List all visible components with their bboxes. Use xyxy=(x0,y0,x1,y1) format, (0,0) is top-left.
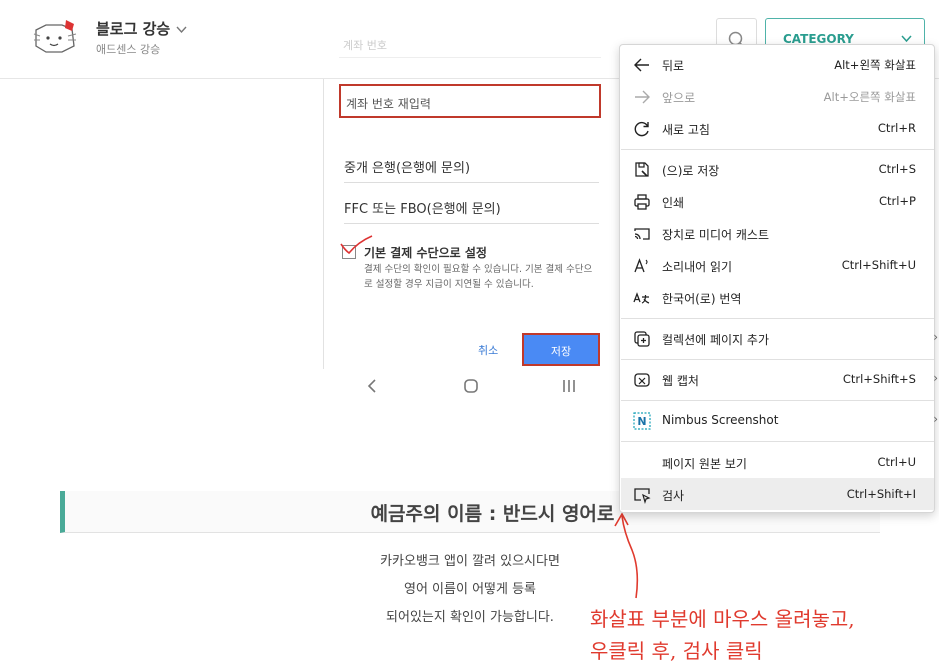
chevron-down-icon xyxy=(176,20,187,38)
read-aloud-icon xyxy=(633,257,651,275)
paragraph-line: 카카오뱅크 앱이 깔려 있으시다면 xyxy=(380,554,560,569)
cast-icon xyxy=(633,225,651,243)
menu-item-nimbus-screenshot[interactable]: N Nimbus Screenshot › xyxy=(621,404,938,436)
menu-item-shortcut: Ctrl+S xyxy=(878,162,916,176)
menu-item-back[interactable]: 뒤로 Alt+왼쪽 화살표 xyxy=(621,48,934,80)
menu-item-refresh[interactable]: 새로 고침 Ctrl+R xyxy=(621,112,934,144)
account-number-reenter-field[interactable]: 계좌 번호 재입력 xyxy=(339,84,601,118)
menu-item-label: 앞으로 xyxy=(662,91,696,105)
submenu-arrow-icon: › xyxy=(933,412,938,426)
menu-item-add-to-collections[interactable]: 컬렉션에 페이지 추가 › xyxy=(621,322,938,354)
menu-item-read-aloud[interactable]: 소리내어 읽기 Ctrl+Shift+U xyxy=(621,249,934,281)
save-button[interactable]: 저장 xyxy=(522,333,600,366)
default-payment-label: 기본 결제 수단으로 설정 xyxy=(364,246,487,260)
annotation-line-2: 우클릭 후, 검사 클릭 xyxy=(590,639,763,663)
blog-title-text: 블로그 강승 xyxy=(96,20,171,38)
menu-item-shortcut: Ctrl+U xyxy=(877,455,916,469)
menu-item-print[interactable]: 인쇄 Ctrl+P xyxy=(621,185,934,217)
web-capture-icon xyxy=(633,371,651,389)
menu-separator xyxy=(621,359,934,360)
menu-item-label: 인쇄 xyxy=(662,196,685,210)
menu-separator xyxy=(621,149,934,150)
inspect-icon xyxy=(633,486,651,504)
menu-item-label: 페이지 원본 보기 xyxy=(662,457,747,471)
menu-item-label: (으)로 저장 xyxy=(662,164,720,178)
menu-item-cast[interactable]: 장치로 미디어 캐스트 xyxy=(621,217,934,249)
menu-item-shortcut: Ctrl+Shift+U xyxy=(841,258,916,272)
phone-form-frame xyxy=(323,79,613,369)
collections-icon xyxy=(633,330,651,348)
account-number-field[interactable]: 계좌 번호 xyxy=(339,25,601,58)
menu-item-label: 컬렉션에 페이지 추가 xyxy=(662,333,769,347)
nav-home-icon[interactable] xyxy=(463,378,479,398)
menu-item-shortcut: Ctrl+Shift+S xyxy=(842,372,916,386)
menu-item-label: 한국어(로) 번역 xyxy=(662,292,742,306)
nav-back-icon[interactable] xyxy=(366,378,378,398)
cancel-button[interactable]: 취소 xyxy=(478,342,498,358)
menu-item-web-capture[interactable]: 웹 캡처 Ctrl+Shift+S › xyxy=(621,363,938,395)
menu-item-label: 소리내어 읽기 xyxy=(662,260,733,274)
annotation-arrow-icon xyxy=(614,512,639,599)
annotation-line-1: 화살표 부분에 마우스 올려놓고, xyxy=(590,607,855,631)
blog-subtitle: 애드센스 강승 xyxy=(96,43,161,56)
back-arrow-icon xyxy=(633,56,651,74)
section-heading-text: 예금주의 이름 : 반드시 영어로 xyxy=(370,503,615,525)
menu-item-forward[interactable]: 앞으로 Alt+오른쪽 화살표 xyxy=(621,80,934,112)
menu-separator xyxy=(621,400,934,401)
menu-separator xyxy=(621,318,934,319)
menu-item-label: 새로 고침 xyxy=(662,123,710,137)
menu-item-shortcut: Ctrl+R xyxy=(877,121,916,135)
menu-item-shortcut: Ctrl+Shift+I xyxy=(846,487,916,501)
context-menu: 뒤로 Alt+왼쪽 화살표 앞으로 Alt+오른쪽 화살표 새로 고침 Ctrl… xyxy=(619,44,938,513)
ffc-fbo-field[interactable]: FFC 또는 FBO(은행에 문의) xyxy=(344,198,599,224)
print-icon xyxy=(633,193,651,211)
blog-title[interactable]: 블로그 강승 xyxy=(96,18,187,39)
menu-item-save-as[interactable]: (으)로 저장 Ctrl+S xyxy=(621,153,934,185)
menu-item-label: 웹 캡처 xyxy=(662,374,699,388)
intermediary-bank-field[interactable]: 중개 은행(은행에 문의) xyxy=(344,157,599,183)
nav-recents-icon[interactable] xyxy=(562,378,576,398)
svg-text:N: N xyxy=(637,415,646,428)
translate-icon xyxy=(633,289,651,307)
menu-separator xyxy=(621,441,934,442)
submenu-arrow-icon: › xyxy=(933,371,938,385)
phone-nav-bar xyxy=(296,368,619,408)
menu-item-shortcut: Ctrl+P xyxy=(878,194,916,208)
menu-item-inspect[interactable]: 검사 Ctrl+Shift+I xyxy=(621,478,934,510)
forward-arrow-icon xyxy=(633,88,651,106)
save-as-icon xyxy=(633,161,651,179)
menu-item-view-source[interactable]: 페이지 원본 보기 Ctrl+U xyxy=(621,446,934,478)
menu-item-shortcut: Alt+왼쪽 화살표 xyxy=(834,58,916,72)
menu-item-label: Nimbus Screenshot xyxy=(662,413,779,427)
blog-logo-icon[interactable] xyxy=(32,16,78,56)
default-payment-description: 결제 수단의 확인이 필요할 수 있습니다. 기본 결제 수단으로 설정할 경우… xyxy=(364,264,593,290)
paragraph-line: 영어 이름이 어떻게 등록 xyxy=(404,582,536,597)
menu-item-shortcut: Alt+오른쪽 화살표 xyxy=(823,90,916,104)
nimbus-icon: N xyxy=(633,412,651,430)
submenu-arrow-icon: › xyxy=(933,330,938,344)
menu-item-label: 검사 xyxy=(662,489,685,503)
menu-item-label: 뒤로 xyxy=(662,59,685,73)
menu-item-label: 장치로 미디어 캐스트 xyxy=(662,228,769,242)
refresh-icon xyxy=(633,120,651,138)
menu-item-translate[interactable]: 한국어(로) 번역 xyxy=(621,281,934,313)
